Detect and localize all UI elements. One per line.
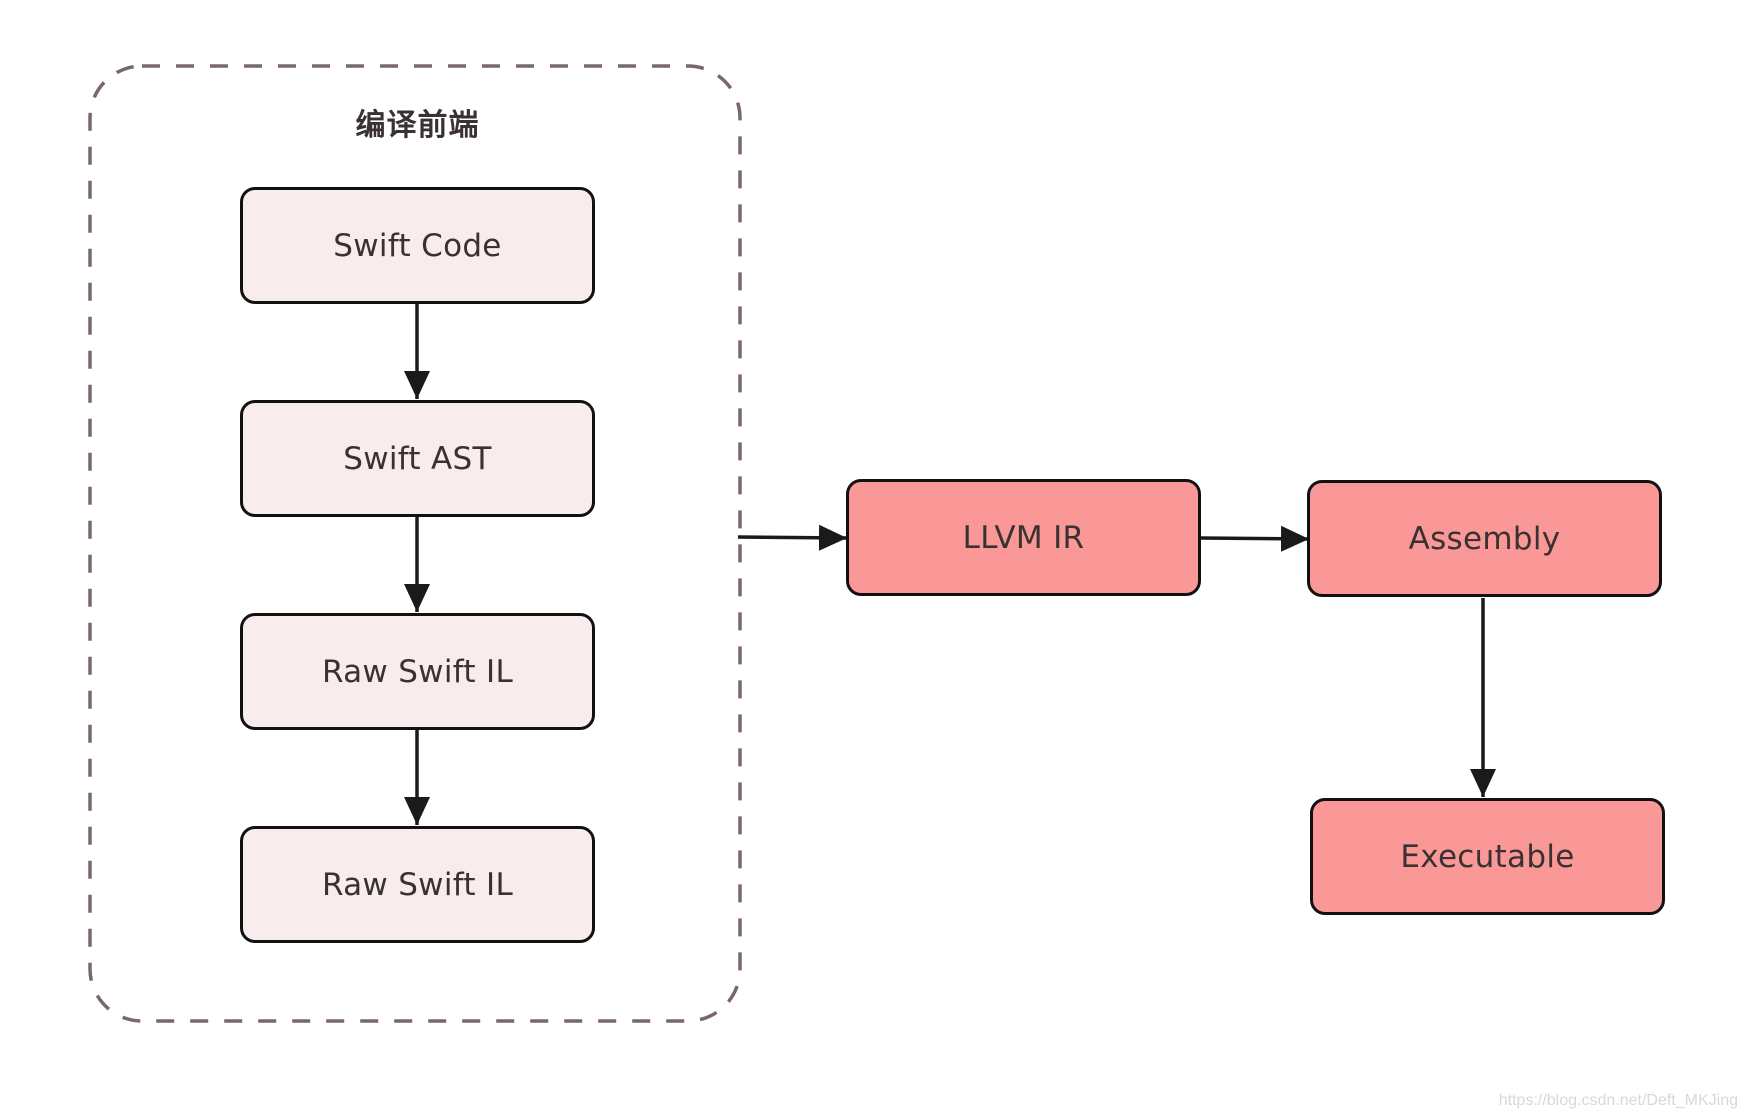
node-label: Swift AST xyxy=(343,440,492,477)
node-label: Raw Swift IL xyxy=(321,866,514,903)
node-raw-swift-il-2: Raw Swift IL xyxy=(240,826,595,943)
node-swift-ast: Swift AST xyxy=(240,400,595,517)
node-executable: Executable xyxy=(1310,798,1665,915)
node-label: Raw Swift IL xyxy=(321,653,514,690)
node-label: Swift Code xyxy=(333,227,502,264)
frontend-group-label: 编译前端 xyxy=(355,108,480,143)
node-assembly: Assembly xyxy=(1307,480,1662,597)
node-label: LLVM IR xyxy=(962,519,1085,556)
node-label: Executable xyxy=(1400,838,1575,875)
node-llvm-ir: LLVM IR xyxy=(846,479,1201,596)
node-swift-code: Swift Code xyxy=(240,187,595,304)
node-raw-swift-il-1: Raw Swift IL xyxy=(240,613,595,730)
watermark: https://blog.csdn.net/Deft_MKJing xyxy=(1498,1092,1738,1109)
edge-llvm-ir-to-assembly xyxy=(1199,525,1310,552)
edge-frontend-to-llvm-ir xyxy=(737,524,848,551)
node-label: Assembly xyxy=(1408,520,1561,557)
